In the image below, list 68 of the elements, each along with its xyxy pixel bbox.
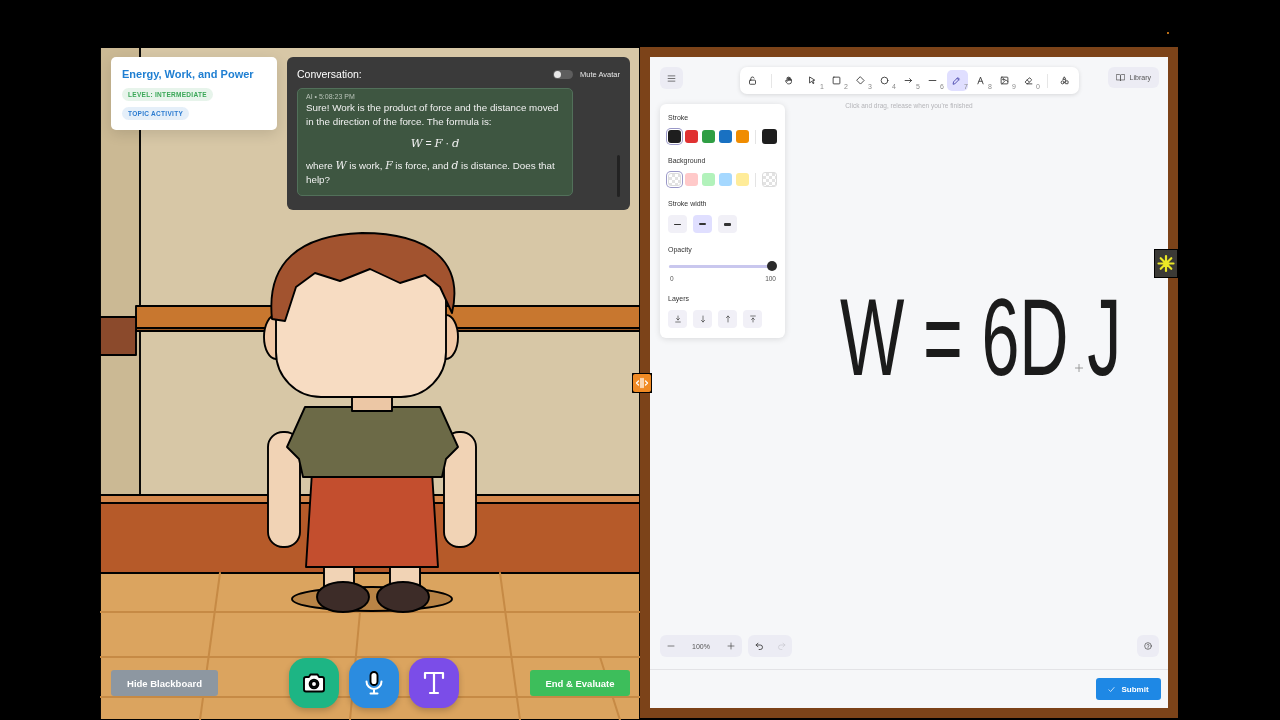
stroke-line-icon xyxy=(724,222,731,226)
handwritten-text: J xyxy=(1087,282,1122,392)
conversation-title: Conversation: xyxy=(297,68,362,80)
camera-icon xyxy=(302,671,326,695)
end-evaluate-button[interactable]: End & Evaluate xyxy=(530,670,630,696)
bring-to-front-icon xyxy=(748,315,757,323)
text-tool-icon xyxy=(975,76,985,85)
bring-forward-button[interactable] xyxy=(718,310,737,328)
color-swatch-icon[interactable] xyxy=(685,173,698,186)
opacity-slider[interactable] xyxy=(668,261,777,271)
pointer-icon xyxy=(807,76,817,85)
check-icon xyxy=(1108,685,1116,693)
crosshair-cursor-icon xyxy=(1075,364,1083,372)
text-input-button[interactable] xyxy=(409,658,459,708)
bring-to-front-button[interactable] xyxy=(743,310,762,328)
send-backward-button[interactable] xyxy=(693,310,712,328)
eraser-icon xyxy=(1023,76,1033,85)
menu-icon xyxy=(667,73,676,83)
arrow-icon xyxy=(903,76,913,85)
book-icon xyxy=(1115,73,1125,82)
pencil-icon xyxy=(951,76,961,85)
diamond-icon xyxy=(855,76,865,85)
padlock-icon xyxy=(747,76,757,85)
send-to-back-button[interactable] xyxy=(668,310,687,328)
color-swatch-icon[interactable] xyxy=(668,130,681,143)
microphone-button[interactable] xyxy=(349,658,399,708)
mute-toggle[interactable] xyxy=(553,69,574,79)
menu-button[interactable] xyxy=(660,67,683,89)
color-swatch-icon[interactable] xyxy=(702,130,715,143)
color-swatch-icon[interactable] xyxy=(668,173,681,186)
square-icon xyxy=(831,76,841,85)
help-icon xyxy=(1144,642,1152,650)
handwritten-text: W xyxy=(840,282,905,392)
color-swatch-icon[interactable] xyxy=(719,130,732,143)
plus-icon xyxy=(727,642,735,650)
asterisk-icon[interactable] xyxy=(1154,249,1178,278)
stroke-line-icon xyxy=(699,223,706,225)
hide-blackboard-button[interactable]: Hide Blackboard xyxy=(111,670,218,696)
current-color-swatch-icon[interactable] xyxy=(762,172,777,187)
send-backward-icon xyxy=(698,315,707,323)
stroke-line-icon xyxy=(674,223,681,225)
color-swatch-icon[interactable] xyxy=(685,130,698,143)
message-text: where W is work, F is force, and dis distance. Does that help? xyxy=(306,159,556,187)
stroke-width-button[interactable] xyxy=(718,215,737,233)
shapes-icon xyxy=(1059,76,1069,85)
text-icon xyxy=(422,671,446,695)
help-button[interactable] xyxy=(1137,635,1159,657)
color-swatch-icon[interactable] xyxy=(719,173,732,186)
image-icon xyxy=(999,76,1009,85)
circle-icon xyxy=(879,76,889,85)
color-swatch-icon[interactable] xyxy=(736,173,749,186)
send-to-back-icon xyxy=(673,315,682,323)
bring-forward-icon xyxy=(723,315,732,323)
message-text: Sure! Work is the product of force and the distance moved in the direction of the force. The formula is: xyxy=(306,101,560,129)
resize-handle-icon[interactable] xyxy=(632,373,652,393)
hand-icon xyxy=(783,76,793,85)
handwritten-text: = xyxy=(922,282,963,392)
handwritten-text: 6D xyxy=(981,282,1069,392)
color-swatch-icon[interactable] xyxy=(702,173,715,186)
submit-button[interactable]: Submit xyxy=(1096,678,1161,700)
stroke-width-button[interactable] xyxy=(693,215,712,233)
formula-text: W = F · d xyxy=(409,136,461,150)
color-swatch-icon[interactable] xyxy=(736,130,749,143)
camera-button[interactable] xyxy=(289,658,339,708)
slider-thumb[interactable] xyxy=(767,261,777,271)
minus-icon xyxy=(667,642,675,650)
topic-title: Energy, Work, and Power xyxy=(122,68,254,80)
current-color-swatch-icon[interactable] xyxy=(762,129,777,144)
